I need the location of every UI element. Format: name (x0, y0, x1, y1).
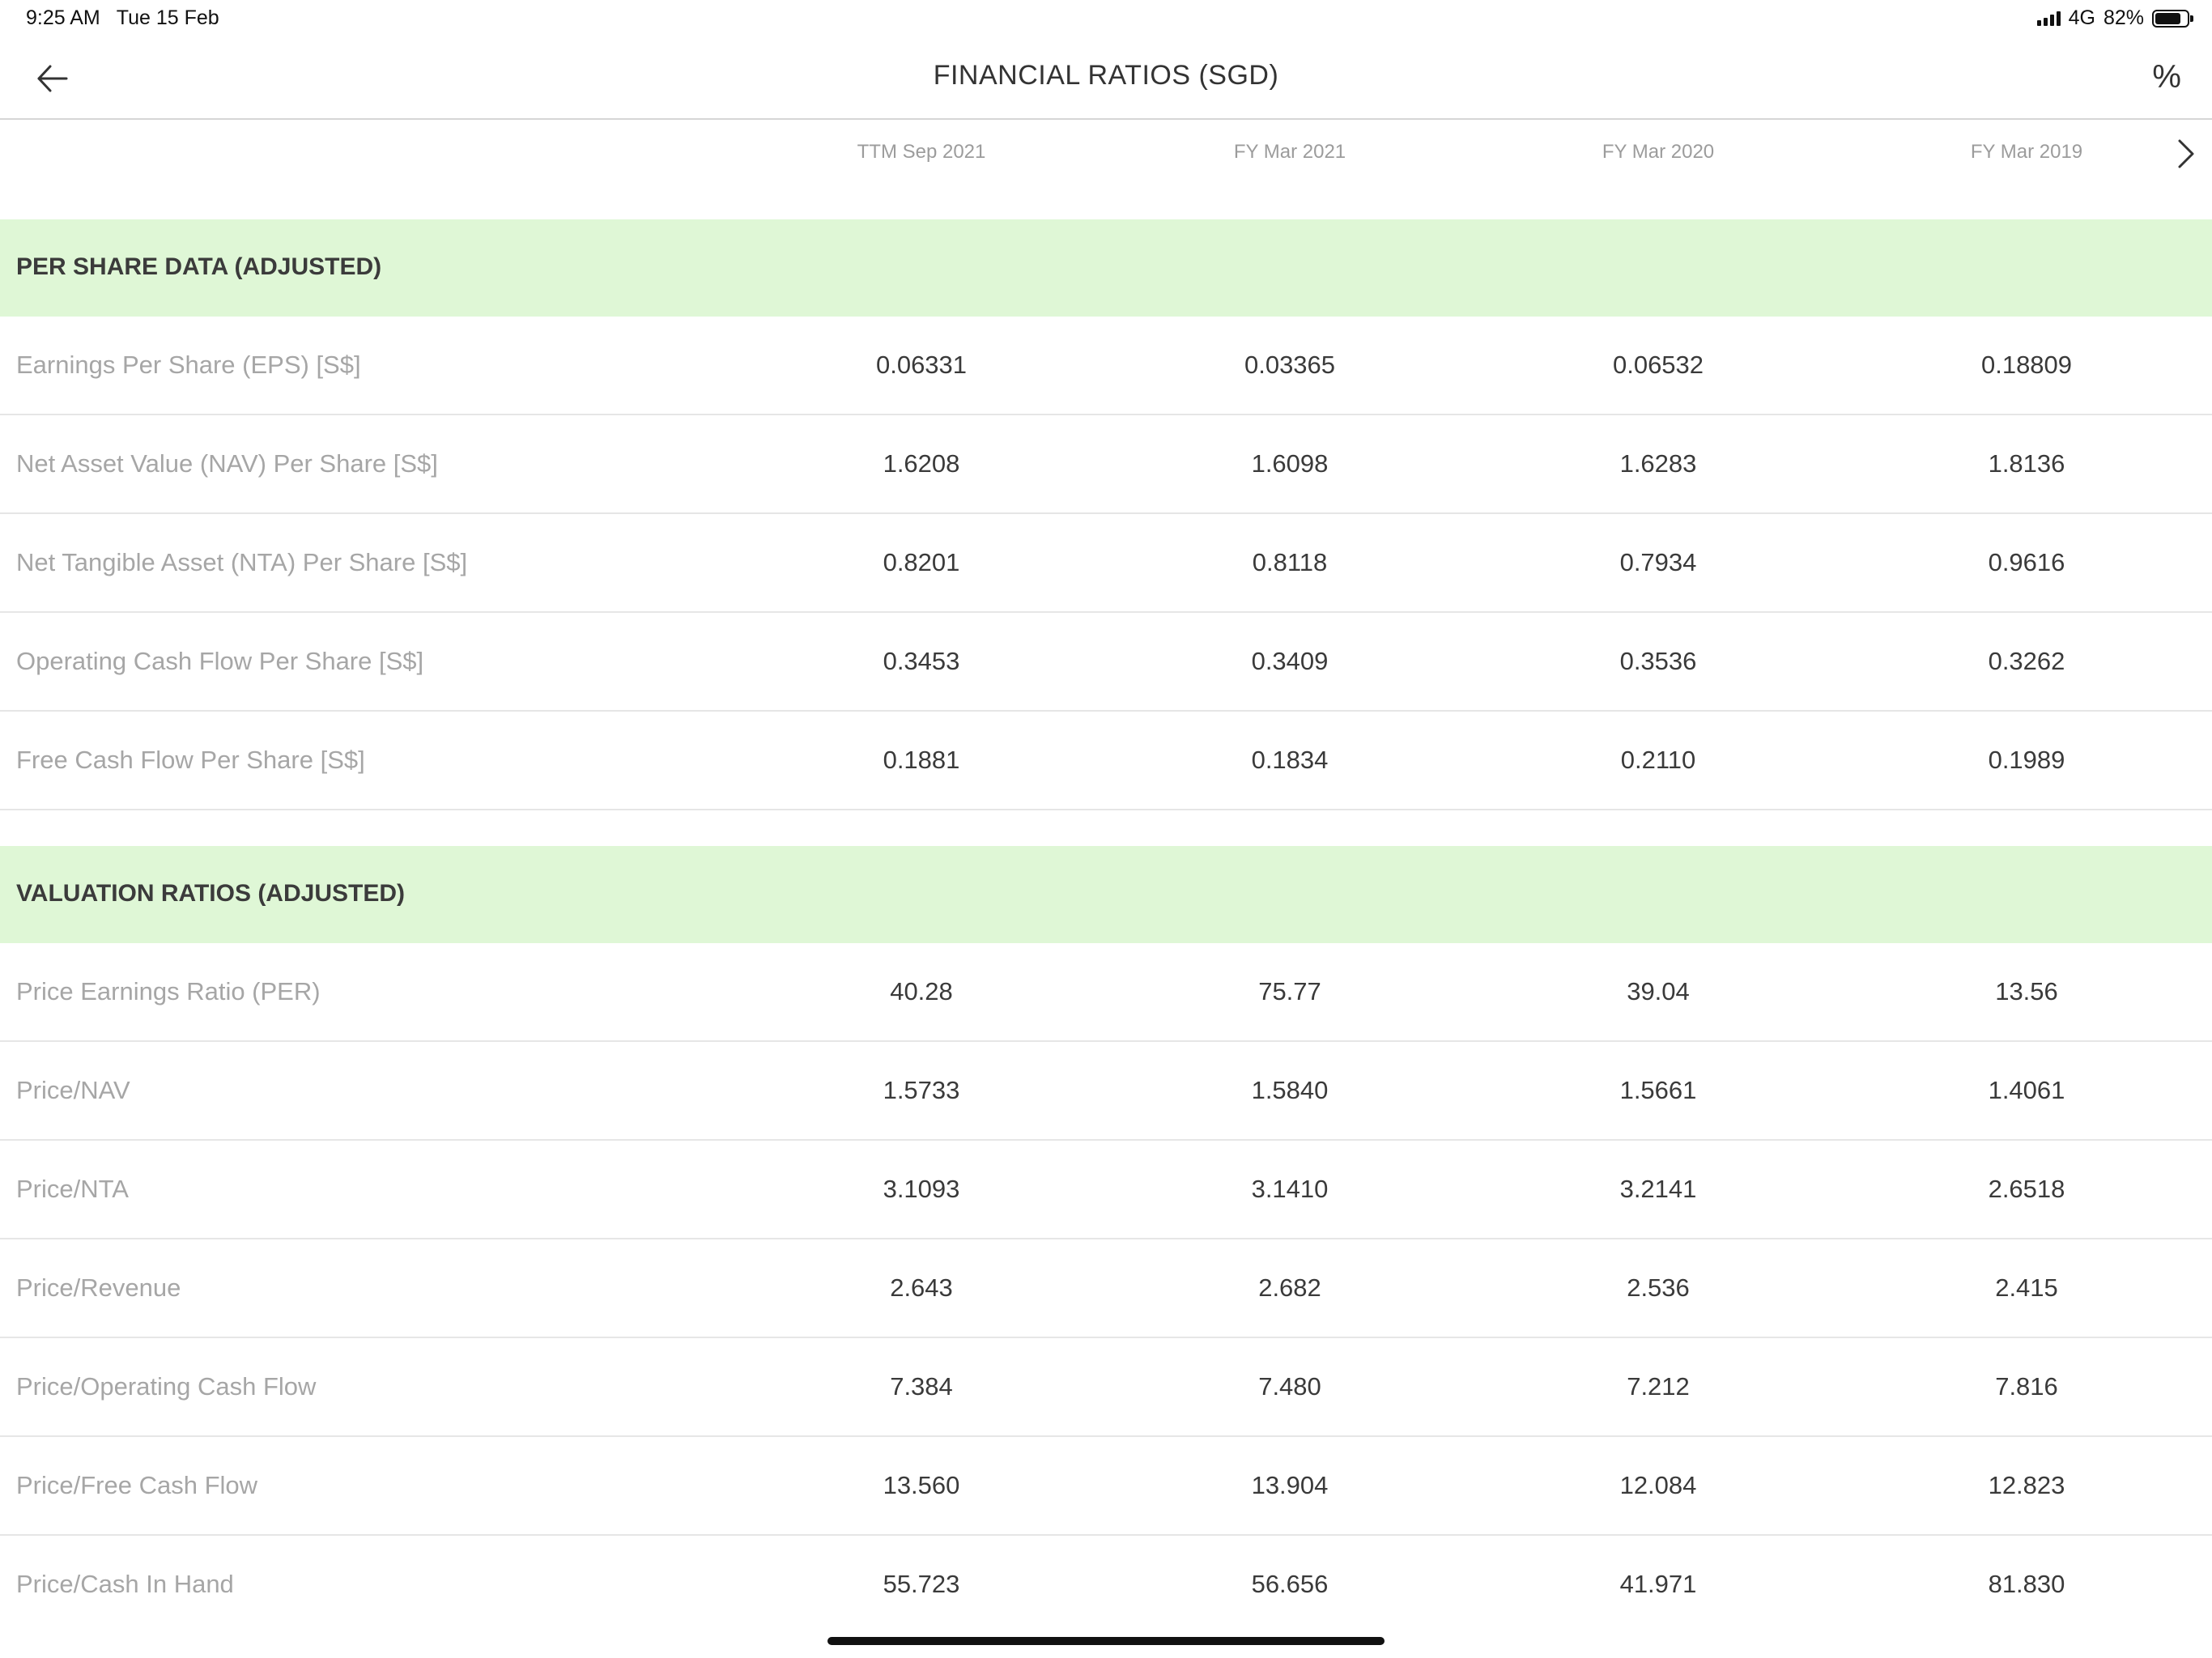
row-label: Free Cash Flow Per Share [S$] (16, 746, 365, 774)
row-value: 55.723 (883, 1570, 960, 1598)
table-row: Price/Free Cash Flow 13.560 13.904 12.08… (0, 1437, 2212, 1536)
table-row: Price Earnings Ratio (PER) 40.28 75.77 3… (0, 943, 2212, 1042)
table-row: Price/NTA 3.1093 3.1410 3.2141 2.6518 (0, 1141, 2212, 1239)
status-time: 9:25 AM (26, 6, 100, 29)
row-label: Price/Cash In Hand (16, 1570, 234, 1598)
row-value: 3.1093 (883, 1175, 960, 1203)
column-header-row: TTM Sep 2021 FY Mar 2021 FY Mar 2020 FY … (0, 121, 2212, 219)
row-value: 56.656 (1251, 1570, 1329, 1598)
row-value: 1.5733 (883, 1076, 960, 1104)
row-value: 7.816 (1995, 1372, 2058, 1401)
row-label: Price/NAV (16, 1076, 130, 1104)
row-value: 2.6518 (1988, 1175, 2065, 1203)
row-value: 0.7934 (1619, 548, 1697, 576)
row-label: Price/Free Cash Flow (16, 1471, 258, 1499)
row-value: 1.6283 (1619, 449, 1697, 478)
row-value: 1.8136 (1988, 449, 2065, 478)
row-label: Earnings Per Share (EPS) [S$] (16, 351, 361, 379)
row-value: 13.904 (1251, 1471, 1329, 1499)
chevron-right-icon (2178, 139, 2194, 168)
table-row: Price/NAV 1.5733 1.5840 1.5661 1.4061 (0, 1042, 2212, 1141)
status-date: Tue 15 Feb (116, 6, 219, 29)
row-label: Price Earnings Ratio (PER) (16, 977, 321, 1005)
row-value: 2.536 (1627, 1273, 1690, 1302)
row-value: 0.3536 (1619, 647, 1697, 675)
network-type: 4G (2068, 6, 2095, 29)
row-value: 12.823 (1988, 1471, 2065, 1499)
row-value: 0.1881 (883, 746, 960, 774)
column-header: FY Mar 2020 (1602, 141, 1715, 163)
row-value: 0.1989 (1988, 746, 2065, 774)
row-value: 3.1410 (1251, 1175, 1329, 1203)
section-title: VALUATION RATIOS (ADJUSTED) (16, 880, 405, 907)
row-value: 2.643 (890, 1273, 953, 1302)
navigation-bar: FINANCIAL RATIOS (SGD) % (0, 39, 2212, 120)
table-row: Price/Cash In Hand 55.723 56.656 41.971 … (0, 1536, 2212, 1635)
column-header: FY Mar 2021 (1233, 141, 1346, 163)
row-value: 0.3409 (1251, 647, 1329, 675)
row-value: 0.8118 (1252, 548, 1328, 576)
row-value: 75.77 (1258, 977, 1321, 1005)
battery-level-fill (2155, 12, 2181, 24)
table-row: Net Asset Value (NAV) Per Share [S$] 1.6… (0, 415, 2212, 514)
column-header: FY Mar 2019 (1970, 141, 2083, 163)
row-value: 0.2110 (1620, 746, 1696, 774)
row-value: 0.03365 (1244, 351, 1336, 379)
cellular-signal-icon (2036, 11, 2061, 26)
row-value: 2.682 (1258, 1273, 1321, 1302)
row-value: 2.415 (1995, 1273, 2058, 1302)
row-value: 1.5840 (1251, 1076, 1329, 1104)
row-value: 7.212 (1627, 1372, 1690, 1401)
row-label: Operating Cash Flow Per Share [S$] (16, 647, 424, 675)
table-row: Free Cash Flow Per Share [S$] 0.1881 0.1… (0, 712, 2212, 810)
row-value: 39.04 (1627, 977, 1690, 1005)
column-header: TTM Sep 2021 (857, 141, 986, 163)
row-value: 0.06532 (1612, 351, 1704, 379)
table-row: Net Tangible Asset (NTA) Per Share [S$] … (0, 514, 2212, 613)
row-value: 40.28 (890, 977, 953, 1005)
battery-percent: 82% (2103, 6, 2144, 29)
row-value: 13.560 (883, 1471, 960, 1499)
row-value: 1.6098 (1251, 449, 1329, 478)
row-value: 81.830 (1988, 1570, 2065, 1598)
next-columns-button[interactable] (2172, 136, 2201, 172)
battery-icon (2152, 9, 2193, 28)
row-value: 0.8201 (883, 548, 960, 576)
table-row: Price/Revenue 2.643 2.682 2.536 2.415 (0, 1239, 2212, 1338)
table-row: Price/Operating Cash Flow 7.384 7.480 7.… (0, 1338, 2212, 1437)
row-label: Net Tangible Asset (NTA) Per Share [S$] (16, 548, 468, 576)
row-value: 13.56 (1995, 977, 2058, 1005)
home-indicator[interactable] (827, 1637, 1385, 1645)
section-header-valuation: VALUATION RATIOS (ADJUSTED) (0, 846, 2212, 943)
row-label: Price/NTA (16, 1175, 129, 1203)
row-value: 3.2141 (1619, 1175, 1697, 1203)
table-row: Earnings Per Share (EPS) [S$] 0.06331 0.… (0, 317, 2212, 415)
row-value: 1.4061 (1988, 1076, 2065, 1104)
table-row: Operating Cash Flow Per Share [S$] 0.345… (0, 613, 2212, 712)
row-label: Price/Operating Cash Flow (16, 1372, 317, 1401)
row-label: Price/Revenue (16, 1273, 181, 1302)
row-value: 0.1834 (1251, 746, 1329, 774)
row-value: 41.971 (1619, 1570, 1697, 1598)
page-title: FINANCIAL RATIOS (SGD) (933, 60, 1279, 91)
section-title: PER SHARE DATA (ADJUSTED) (16, 253, 382, 280)
row-value: 12.084 (1619, 1471, 1697, 1499)
row-label: Net Asset Value (NAV) Per Share [S$] (16, 449, 438, 478)
row-value: 0.18809 (1980, 351, 2073, 379)
section-header-per-share: PER SHARE DATA (ADJUSTED) (0, 219, 2212, 317)
status-bar: 9:25 AM Tue 15 Feb 4G 82% (0, 0, 2212, 39)
row-value: 1.5661 (1619, 1076, 1697, 1104)
percent-toggle-button[interactable]: % (2152, 57, 2181, 97)
status-right: 4G 82% (2036, 6, 2193, 30)
row-value: 1.6208 (883, 449, 960, 478)
status-left: 9:25 AM Tue 15 Feb (26, 6, 219, 30)
row-value: 0.06331 (875, 351, 968, 379)
row-value: 0.3453 (883, 647, 960, 675)
row-value: 0.9616 (1988, 548, 2065, 576)
row-value: 0.3262 (1988, 647, 2065, 675)
row-value: 7.384 (890, 1372, 953, 1401)
row-value: 7.480 (1258, 1372, 1321, 1401)
